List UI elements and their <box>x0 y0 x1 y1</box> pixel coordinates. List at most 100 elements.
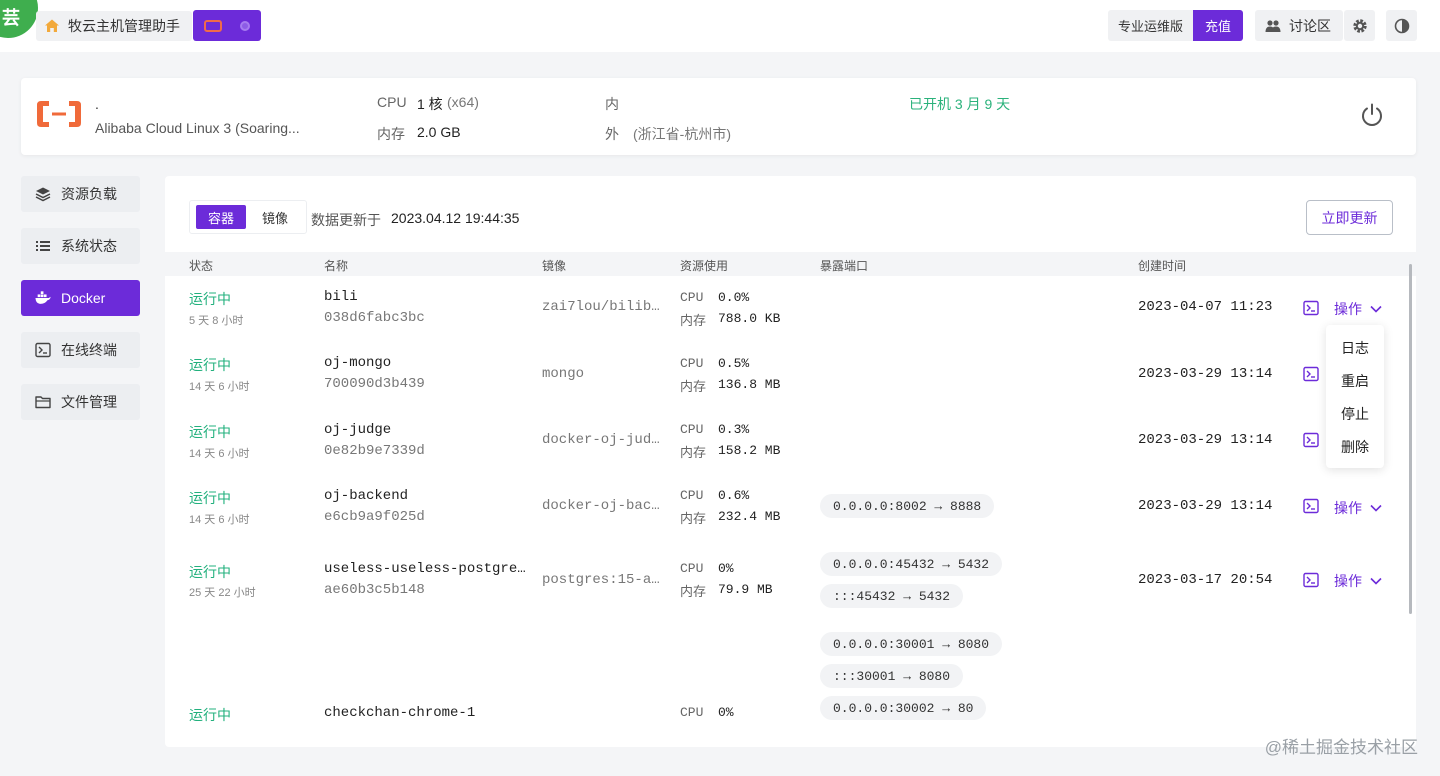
theme-toggle-button[interactable] <box>1386 10 1417 41</box>
tab-status-dot-icon <box>240 20 250 31</box>
actions-label: 操作 <box>1334 573 1362 589</box>
sidebar-item-terminal[interactable]: 在线终端 <box>21 332 140 368</box>
menu-item-delete[interactable]: 删除 <box>1326 436 1384 469</box>
internal-ip-label: 内 <box>605 96 619 112</box>
updated-label: 数据更新于 <box>311 212 381 228</box>
cpu-label: CPU <box>680 290 704 305</box>
sidebar-item-system-status[interactable]: 系统状态 <box>21 228 140 264</box>
table-scrollbar[interactable] <box>1409 264 1412 614</box>
header-status: 状态 <box>189 259 214 273</box>
cpu-label: CPU <box>680 488 704 503</box>
header-ports: 暴露端口 <box>820 259 869 273</box>
container-id: 038d6fabc3bc <box>324 310 425 326</box>
sidebar-item-label: Docker <box>61 290 106 306</box>
created-time: 2023-03-29 13:14 <box>1138 366 1273 382</box>
forum-label: 讨论区 <box>1289 17 1331 34</box>
settings-button[interactable] <box>1344 10 1375 41</box>
memory-value: 2.0 GB <box>417 124 461 140</box>
status-text: 运行中 <box>189 424 231 440</box>
actions-dropdown-button[interactable]: 操作 <box>1334 299 1382 319</box>
container-image: mongo <box>542 366 585 382</box>
created-time: 2023-04-07 11:23 <box>1138 299 1273 315</box>
terminal-icon[interactable] <box>1303 432 1319 448</box>
port-mapping: :::45432 → 5432 <box>820 584 964 608</box>
refresh-now-button[interactable]: 立即更新 <box>1306 200 1393 235</box>
memory-usage: 788.0 KB <box>718 311 781 326</box>
status-duration: 14 天 6 小时 <box>189 448 250 460</box>
container-name: checkchan-chrome-1 <box>324 705 476 721</box>
cpu-label: CPU <box>680 561 704 576</box>
port-mapping: :::30001 → 8080 <box>820 664 964 688</box>
chevron-down-icon <box>1370 305 1382 313</box>
sidebar-item-label: 系统状态 <box>61 238 117 254</box>
menu-item-logs[interactable]: 日志 <box>1326 337 1384 370</box>
cpu-usage: 0% <box>718 705 734 720</box>
terminal-icon <box>35 342 51 358</box>
terminal-icon[interactable] <box>1303 300 1319 316</box>
server-name: . <box>95 96 99 112</box>
actions-dropdown-button[interactable]: 操作 <box>1334 571 1382 591</box>
watermark: @稀土掘金技术社区 <box>1264 738 1418 757</box>
docker-panel: 容器 镜像 数据更新于 2023.04.12 19:44:35 立即更新 状态 … <box>165 176 1416 747</box>
aliyun-mini-icon <box>204 19 222 32</box>
chevron-down-icon <box>1370 504 1382 512</box>
sidebar-item-docker[interactable]: Docker <box>21 280 140 316</box>
tab-containers[interactable]: 容器 <box>196 205 247 229</box>
menu-item-stop[interactable]: 停止 <box>1326 403 1384 436</box>
actions-label: 操作 <box>1334 301 1362 317</box>
tab-images[interactable]: 镜像 <box>250 205 300 229</box>
port-mapping: 0.0.0.0:8002 → 8888 <box>820 494 995 518</box>
container-image: zai7lou/bilib… <box>542 299 660 315</box>
docker-icon <box>35 291 51 304</box>
created-time: 2023-03-29 13:14 <box>1138 432 1273 448</box>
memory-usage: 79.9 MB <box>718 582 773 597</box>
sidebar-item-resource-load[interactable]: 资源负载 <box>21 176 140 212</box>
header-name: 名称 <box>324 259 349 273</box>
cpu-usage: 0.6% <box>718 488 750 503</box>
header-resources: 资源使用 <box>680 259 729 273</box>
updated-time: 2023.04.12 19:44:35 <box>391 210 520 226</box>
status-duration: 25 天 22 小时 <box>189 587 256 599</box>
power-icon[interactable] <box>1359 102 1385 128</box>
users-icon <box>1265 19 1281 32</box>
app-corner-badge[interactable]: 芸 <box>0 0 38 38</box>
status-text: 运行中 <box>189 707 231 723</box>
corner-glyph: 芸 <box>2 8 20 28</box>
container-name: oj-backend <box>324 488 409 504</box>
plan-group: 专业运维版 充值 <box>1108 10 1244 41</box>
container-id: ae60b3c5b148 <box>324 582 425 598</box>
server-os: Alibaba Cloud Linux 3 (Soaring... <box>95 120 300 136</box>
menu-item-restart[interactable]: 重启 <box>1326 370 1384 403</box>
cpu-label: CPU <box>377 94 407 110</box>
uptime: 已开机 3 月 9 天 <box>909 96 1011 112</box>
recharge-button[interactable]: 充值 <box>1193 10 1244 41</box>
actions-dropdown-button[interactable]: 操作 <box>1334 498 1382 518</box>
sidebar-item-label: 在线终端 <box>61 342 117 358</box>
container-id: 0e82b9e7339d <box>324 443 425 459</box>
status-duration: 14 天 6 小时 <box>189 514 250 526</box>
contrast-icon <box>1394 18 1409 33</box>
app-title: 牧云主机管理助手 <box>68 18 180 34</box>
container-image: postgres:15-a… <box>542 572 660 588</box>
memory-label: 内存 <box>680 313 707 328</box>
status-text: 运行中 <box>189 564 231 580</box>
header-created: 创建时间 <box>1138 259 1187 273</box>
container-name: oj-judge <box>324 422 392 438</box>
status-text: 运行中 <box>189 490 231 506</box>
terminal-icon[interactable] <box>1303 498 1319 514</box>
terminal-icon[interactable] <box>1303 572 1319 588</box>
memory-label: 内存 <box>680 511 707 526</box>
home-tab[interactable]: 牧云主机管理助手 <box>36 11 192 41</box>
status-text: 运行中 <box>189 291 231 307</box>
sidebar-item-files[interactable]: 文件管理 <box>21 384 140 420</box>
container-id: 700090d3b439 <box>324 376 425 392</box>
memory-label: 内存 <box>680 584 707 599</box>
terminal-icon[interactable] <box>1303 366 1319 382</box>
server-tab-active[interactable] <box>193 10 261 41</box>
cpu-cores: 1 核 <box>417 96 443 112</box>
cpu-usage: 0.5% <box>718 356 750 371</box>
sidebar-item-label: 资源负载 <box>61 186 117 202</box>
forum-button[interactable]: 讨论区 <box>1255 10 1343 41</box>
chevron-down-icon <box>1370 577 1382 585</box>
memory-usage: 232.4 MB <box>718 509 781 524</box>
